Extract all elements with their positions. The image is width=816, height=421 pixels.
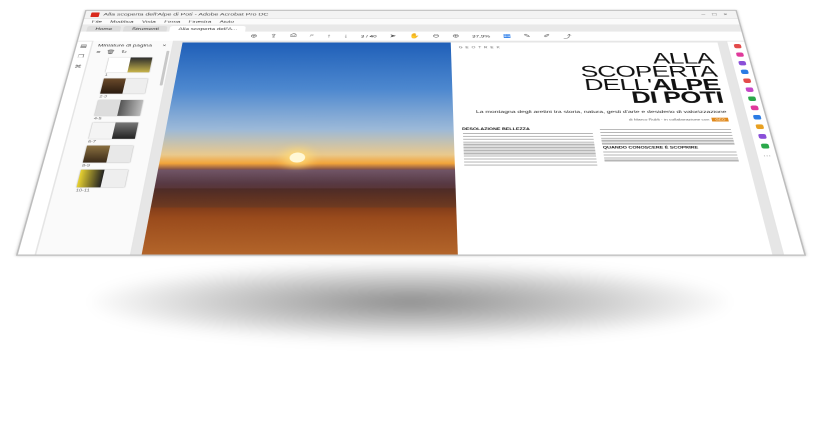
zoom-out-icon[interactable]: ⊖ <box>432 33 439 39</box>
page-thumbnail[interactable] <box>89 122 139 138</box>
thumbnail-number: 4-5 <box>93 117 102 121</box>
delete-icon[interactable]: 🗑 <box>105 50 115 55</box>
menu-sign[interactable]: Firma <box>164 20 181 24</box>
options-icon[interactable]: ≡ <box>96 50 102 55</box>
close-panel-button[interactable]: × <box>162 43 167 47</box>
page-thumbnails-icon[interactable]: ▤ <box>79 44 87 49</box>
create-icon[interactable]: ⊕ <box>250 33 258 39</box>
article-column: QUANDO CONOSCERE È SCOPRIRE <box>600 128 740 168</box>
sunset-photo <box>142 42 457 254</box>
print-icon[interactable]: ⎙ <box>290 33 297 39</box>
article-columns: DESOLAZIONE BELLEZZA QUANDO CONOSCERE È … <box>462 128 740 168</box>
highlight-icon[interactable]: ✐ <box>543 33 551 39</box>
more-tools-icon[interactable]: ⋯ <box>763 154 772 160</box>
hand-tool-icon[interactable]: ✋ <box>409 33 420 39</box>
tool-icon[interactable] <box>747 96 756 101</box>
page-thumbnail[interactable] <box>95 100 144 116</box>
thumbnail-number: 1 <box>104 73 108 77</box>
article-kicker: G E O T R E K <box>459 46 711 49</box>
thumbnails-toolbar: ≡ 🗑 ↻ <box>90 50 171 55</box>
tool-icon[interactable] <box>733 44 741 48</box>
comment-icon[interactable]: ✎ <box>523 33 531 39</box>
tool-icon[interactable] <box>742 78 751 82</box>
select-tool-icon[interactable]: ➤ <box>389 33 396 39</box>
document-viewer: G E O T R E K ALLA SCOPERTA DELL'ALPE DI… <box>132 41 783 255</box>
article-byline: di Marco Rubli · in collaborazione con GE… <box>462 118 729 122</box>
menu-file[interactable]: File <box>91 20 102 24</box>
thumbnail-number: 8-9 <box>82 164 91 168</box>
acrobat-logo-icon <box>90 12 100 17</box>
thumbnail-number: 2-3 <box>99 95 107 99</box>
thumbnail-number: 10-11 <box>75 188 90 192</box>
next-page-icon[interactable]: ↓ <box>344 34 349 39</box>
section-heading: QUANDO CONOSCERE È SCOPRIRE <box>603 146 736 150</box>
tool-icon[interactable] <box>760 144 769 149</box>
article-subhead: La montagna degli aretini tra storia, na… <box>461 109 727 114</box>
tab-document[interactable]: Alla scoperta dell'A... <box>170 26 247 32</box>
tool-icon[interactable] <box>755 124 764 129</box>
menu-window[interactable]: Finestra <box>188 20 211 24</box>
article-page: G E O T R E K ALLA SCOPERTA DELL'ALPE DI… <box>450 42 772 254</box>
article-column: DESOLAZIONE BELLEZZA <box>462 128 598 168</box>
mountain-ridge <box>154 170 454 189</box>
window-shadow <box>90 262 730 342</box>
acrobat-window: Alla scoperta dell'Alpe di Poti - Adobe … <box>16 10 806 256</box>
close-button[interactable]: × <box>719 12 731 17</box>
byline-text: di Marco Rubli · in collaborazione con <box>629 118 710 122</box>
thumbnails-header: Miniature di pagina × <box>91 41 173 50</box>
window-title: Alla scoperta dell'Alpe di Poti - Adobe … <box>103 12 698 17</box>
rotate-icon[interactable]: ↻ <box>120 50 127 55</box>
tool-icon[interactable] <box>745 87 754 92</box>
menu-edit[interactable]: Modifica <box>110 20 134 24</box>
page-thumbnail[interactable] <box>100 78 148 93</box>
prev-page-icon[interactable]: ↑ <box>327 34 332 39</box>
menu-help[interactable]: Aiuto <box>219 20 234 24</box>
menu-view[interactable]: Vista <box>142 20 157 24</box>
article-headline: ALLA SCOPERTA DELL'ALPE DI POTI <box>459 52 725 104</box>
mountain-ridge <box>151 188 456 207</box>
share-icon[interactable]: ⤴ <box>563 32 572 39</box>
page-thumbnail[interactable] <box>77 170 129 188</box>
sun <box>289 153 305 163</box>
tool-icon[interactable] <box>757 134 766 139</box>
tool-icon[interactable] <box>737 61 745 65</box>
stage: Alla scoperta dell'Alpe di Poti - Adobe … <box>0 0 816 421</box>
bookmark-icon[interactable]: ❐ <box>77 54 85 59</box>
tab-tools[interactable]: Strumenti <box>123 26 168 32</box>
tool-icon[interactable] <box>735 52 743 56</box>
page-thumbnail[interactable] <box>106 58 153 73</box>
tab-home[interactable]: Home <box>86 26 121 32</box>
content-area: ▤ ❐ ⌘ Miniature di pagina × ≡ 🗑 ↻ 1 2-3 <box>18 41 804 255</box>
thumbnails-title: Miniature di pagina <box>98 43 153 47</box>
tool-icon[interactable] <box>750 106 759 111</box>
page-indicator[interactable]: 3 / 40 <box>361 34 377 38</box>
attachment-icon[interactable]: ⌘ <box>74 64 83 69</box>
section-heading: DESOLAZIONE BELLEZZA <box>462 128 593 132</box>
title-bar: Alla scoperta dell'Alpe di Poti - Adobe … <box>84 11 738 19</box>
zoom-in-icon[interactable]: ⊕ <box>452 33 459 39</box>
tab-bar: Home Strumenti Alla scoperta dell'A... <box>81 24 742 31</box>
page-thumbnail[interactable] <box>83 146 134 163</box>
zoom-level[interactable]: 37,9% <box>472 34 490 38</box>
thumbnail-number: 6-7 <box>88 140 97 144</box>
page-view-icon[interactable]: ▦ <box>503 33 511 39</box>
geo-badge: GEO <box>712 118 729 122</box>
page-spread: G E O T R E K ALLA SCOPERTA DELL'ALPE DI… <box>142 42 773 254</box>
tool-icon[interactable] <box>752 115 761 120</box>
search-icon[interactable]: ⌕ <box>309 33 314 39</box>
tool-icon[interactable] <box>740 70 748 74</box>
upload-icon[interactable]: ⇪ <box>270 33 278 39</box>
